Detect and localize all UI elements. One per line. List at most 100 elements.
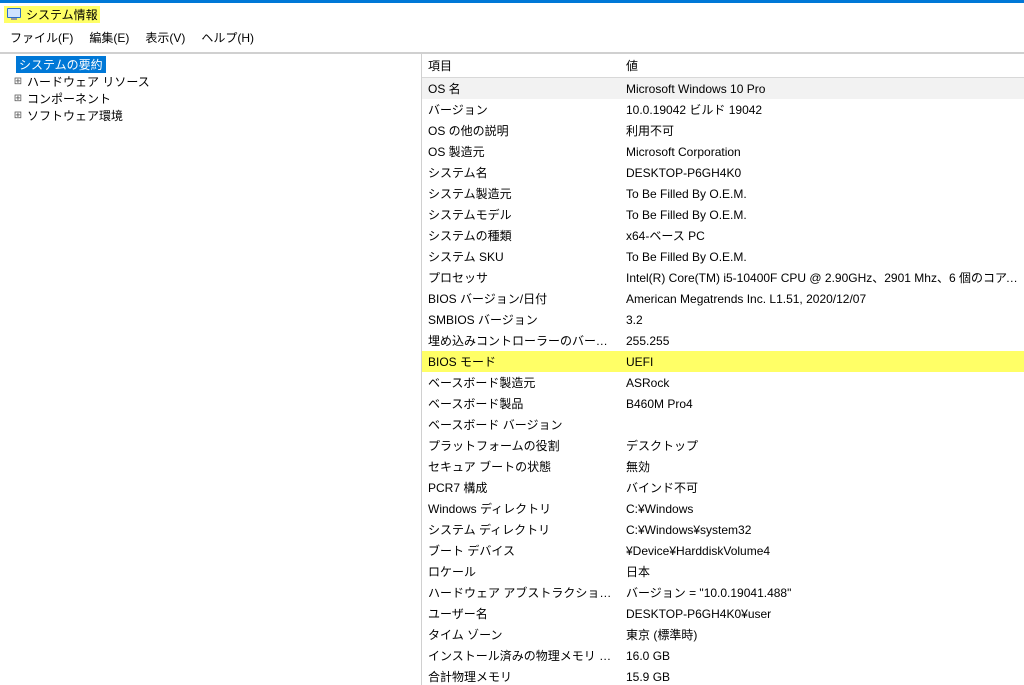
cell-value: 無効 [620,456,1024,477]
menu-view[interactable]: 表示(V) [139,27,191,48]
menu-help[interactable]: ヘルプ(H) [195,27,260,48]
menu-edit[interactable]: 編集(E) [83,27,135,48]
cell-field: ハードウェア アブストラクション レイ... [422,582,620,603]
table-row[interactable]: ベースボード製品B460M Pro4 [422,393,1024,414]
table-row[interactable]: OS 製造元Microsoft Corporation [422,141,1024,162]
table-row[interactable]: ベースボード バージョン [422,414,1024,435]
cell-value: 利用不可 [620,120,1024,141]
table-row[interactable]: バージョン10.0.19042 ビルド 19042 [422,99,1024,120]
tree-item[interactable]: ⊞ハードウェア リソース [0,73,421,90]
cell-value: x64-ベース PC [620,225,1024,246]
expand-icon[interactable]: ⊞ [12,76,24,87]
cell-field: システムの種類 [422,225,620,246]
cell-field: OS 名 [422,78,620,100]
cell-value: To Be Filled By O.E.M. [620,204,1024,225]
cell-value: UEFI [620,351,1024,372]
col-header-field[interactable]: 項目 [422,54,620,78]
cell-field: ブート デバイス [422,540,620,561]
table-row[interactable]: システムモデルTo Be Filled By O.E.M. [422,204,1024,225]
table-row[interactable]: OS 名Microsoft Windows 10 Pro [422,78,1024,100]
cell-value: 255.255 [620,330,1024,351]
cell-value: デスクトップ [620,435,1024,456]
table-row[interactable]: ハードウェア アブストラクション レイ...バージョン = "10.0.1904… [422,582,1024,603]
cell-value: バインド不可 [620,477,1024,498]
cell-value: 10.0.19042 ビルド 19042 [620,99,1024,120]
cell-field: セキュア ブートの状態 [422,456,620,477]
table-row[interactable]: BIOS モードUEFI [422,351,1024,372]
table-row[interactable]: PCR7 構成バインド不可 [422,477,1024,498]
expand-icon[interactable]: ⊞ [12,93,24,104]
table-row[interactable]: プラットフォームの役割デスクトップ [422,435,1024,456]
cell-field: システムモデル [422,204,620,225]
table-row[interactable]: システム製造元To Be Filled By O.E.M. [422,183,1024,204]
expand-icon[interactable]: ⊞ [12,110,24,121]
cell-field: バージョン [422,99,620,120]
content-split: + システムの要約 ⊞ハードウェア リソース⊞コンポーネント⊞ソフトウェア環境 … [0,53,1024,685]
detail-table: 項目 値 OS 名Microsoft Windows 10 Proバージョン10… [422,54,1024,685]
cell-field: BIOS バージョン/日付 [422,288,620,309]
tree-item[interactable]: ⊞ソフトウェア環境 [0,107,421,124]
cell-field: プロセッサ [422,267,620,288]
menu-file[interactable]: ファイル(F) [4,27,79,48]
menubar: ファイル(F) 編集(E) 表示(V) ヘルプ(H) [0,25,1024,53]
cell-field: ユーザー名 [422,603,620,624]
cell-field: タイム ゾーン [422,624,620,645]
table-row[interactable]: 埋め込みコントローラーのバージョン255.255 [422,330,1024,351]
tree-item[interactable]: ⊞コンポーネント [0,90,421,107]
table-row[interactable]: ベースボード製造元ASRock [422,372,1024,393]
table-row[interactable]: Windows ディレクトリC:¥Windows [422,498,1024,519]
cell-value: DESKTOP-P6GH4K0¥user [620,603,1024,624]
table-row[interactable]: システムの種類x64-ベース PC [422,225,1024,246]
table-row[interactable]: OS の他の説明利用不可 [422,120,1024,141]
col-header-value[interactable]: 値 [620,54,1024,78]
cell-value: 16.0 GB [620,645,1024,666]
cell-field: BIOS モード [422,351,620,372]
cell-value: C:¥Windows¥system32 [620,519,1024,540]
table-row[interactable]: プロセッサIntel(R) Core(TM) i5-10400F CPU @ 2… [422,267,1024,288]
table-row[interactable]: セキュア ブートの状態無効 [422,456,1024,477]
cell-value: ASRock [620,372,1024,393]
cell-value: 東京 (標準時) [620,624,1024,645]
table-row[interactable]: BIOS バージョン/日付American Megatrends Inc. L1… [422,288,1024,309]
table-row[interactable]: インストール済みの物理メモリ (RA...16.0 GB [422,645,1024,666]
cell-field: インストール済みの物理メモリ (RA... [422,645,620,666]
table-row[interactable]: ブート デバイス¥Device¥HarddiskVolume4 [422,540,1024,561]
table-row[interactable]: システム ディレクトリC:¥Windows¥system32 [422,519,1024,540]
tree-root-label: システムの要約 [16,56,106,73]
tree-root[interactable]: + システムの要約 [0,56,421,73]
cell-value: 3.2 [620,309,1024,330]
cell-field: プラットフォームの役割 [422,435,620,456]
tree-pane[interactable]: + システムの要約 ⊞ハードウェア リソース⊞コンポーネント⊞ソフトウェア環境 [0,54,422,685]
cell-field: システム SKU [422,246,620,267]
table-row[interactable]: ユーザー名DESKTOP-P6GH4K0¥user [422,603,1024,624]
cell-field: 埋め込みコントローラーのバージョン [422,330,620,351]
table-row[interactable]: ロケール日本 [422,561,1024,582]
tree-item-label: ソフトウェア環境 [24,107,126,124]
cell-value: 15.9 GB [620,666,1024,685]
cell-field: Windows ディレクトリ [422,498,620,519]
cell-value: B460M Pro4 [620,393,1024,414]
cell-field: 合計物理メモリ [422,666,620,685]
cell-value: 日本 [620,561,1024,582]
cell-value: To Be Filled By O.E.M. [620,183,1024,204]
titlebar[interactable]: システム情報 [0,3,1024,25]
detail-pane[interactable]: 項目 値 OS 名Microsoft Windows 10 Proバージョン10… [422,54,1024,685]
cell-field: ベースボード製造元 [422,372,620,393]
cell-value: ¥Device¥HarddiskVolume4 [620,540,1024,561]
cell-field: ロケール [422,561,620,582]
cell-field: システム名 [422,162,620,183]
table-row[interactable]: システム SKUTo Be Filled By O.E.M. [422,246,1024,267]
tree-item-label: ハードウェア リソース [24,73,153,90]
app-icon [6,6,22,22]
table-row[interactable]: SMBIOS バージョン3.2 [422,309,1024,330]
table-row[interactable]: タイム ゾーン東京 (標準時) [422,624,1024,645]
table-row[interactable]: 合計物理メモリ15.9 GB [422,666,1024,685]
cell-field: PCR7 構成 [422,477,620,498]
cell-field: システム製造元 [422,183,620,204]
cell-value: Microsoft Corporation [620,141,1024,162]
window-title: システム情報 [26,6,98,23]
cell-field: SMBIOS バージョン [422,309,620,330]
cell-field: ベースボード バージョン [422,414,620,435]
cell-field: ベースボード製品 [422,393,620,414]
table-row[interactable]: システム名DESKTOP-P6GH4K0 [422,162,1024,183]
